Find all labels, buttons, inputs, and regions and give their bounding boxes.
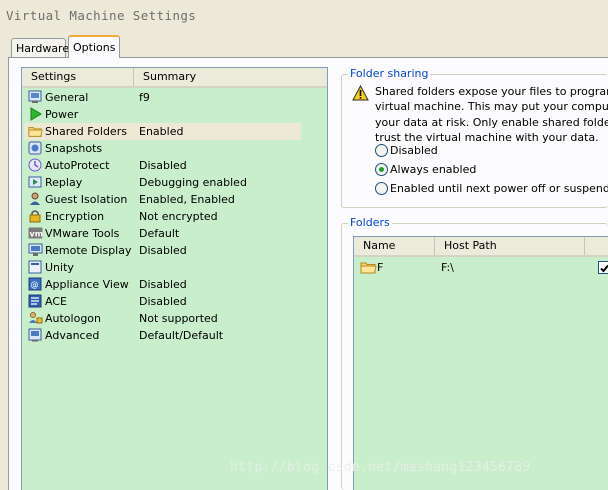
setting-summary: Disabled: [139, 278, 187, 291]
setting-name: Remote Display: [45, 244, 132, 257]
settings-row-autoprotect[interactable]: AutoProtect Disabled: [24, 157, 301, 174]
setting-name: General: [45, 91, 89, 104]
settings-row-shared-folders[interactable]: Shared Folders Enabled: [24, 123, 301, 140]
sharing-warning-text: Shared folders expose your files to prog…: [375, 84, 608, 146]
setting-name: AutoProtect: [45, 159, 110, 172]
snapshot-icon: [28, 141, 43, 155]
tab-options[interactable]: Options: [68, 35, 120, 58]
folder-icon: [360, 262, 377, 274]
setting-name: Advanced: [45, 329, 100, 342]
settings-row-power[interactable]: Power: [24, 106, 301, 123]
setting-summary: Enabled, Enabled: [139, 193, 235, 206]
settings-row-guest-isolation[interactable]: Guest Isolation Enabled, Enabled: [24, 191, 301, 208]
watermark: http://blog.csdn.net/mashang123456789: [230, 460, 531, 475]
svg-text:@: @: [31, 280, 39, 289]
appliance-view-icon: @: [28, 277, 43, 291]
setting-name: VMware Tools: [45, 227, 120, 240]
column-header-enabled[interactable]: [584, 237, 608, 255]
setting-summary: Debugging enabled: [139, 176, 247, 189]
folder-row[interactable]: F F:\: [358, 259, 608, 276]
setting-summary: Not encrypted: [139, 210, 218, 223]
window-title: Virtual Machine Settings: [6, 8, 197, 23]
setting-summary: Disabled: [139, 295, 187, 308]
guest-isolation-icon: [28, 192, 43, 206]
radio-label: Always enabled: [390, 163, 477, 176]
warning-line: your data at risk. Only enable shared fo…: [375, 115, 608, 129]
folder-sharing-label: Folder sharing: [348, 67, 431, 80]
warning-icon: [352, 85, 369, 101]
settings-list[interactable]: Settings Summary General f9 Power Shared Fo…: [21, 67, 328, 490]
remote-display-icon: [28, 243, 43, 257]
folder-host-path: F:\: [441, 261, 454, 274]
setting-name: Autologon: [45, 312, 102, 325]
column-header-settings[interactable]: Settings: [22, 68, 133, 86]
column-header-name[interactable]: Name: [354, 237, 434, 255]
folder-name: F: [377, 261, 384, 274]
setting-summary: Not supported: [139, 312, 218, 325]
setting-name: ACE: [45, 295, 67, 308]
power-icon: [28, 107, 43, 121]
unity-icon: [28, 260, 43, 274]
setting-name: Appliance View: [45, 278, 129, 291]
setting-name: Unity: [45, 261, 74, 274]
radio-label: Enabled until next power off or suspend: [390, 182, 608, 195]
ace-icon: [28, 294, 43, 308]
setting-name: Power: [45, 108, 79, 121]
settings-row-appliance-view[interactable]: @ Appliance View Disabled: [24, 276, 301, 293]
advanced-icon: [28, 328, 43, 342]
radio-button[interactable]: [375, 182, 388, 195]
settings-row-vmware-tools[interactable]: vm VMware Tools Default: [24, 225, 301, 242]
checkmark-icon: [600, 264, 608, 273]
folders-list[interactable]: Name Host Path F F:\: [353, 236, 608, 490]
title-bar: Virtual Machine Settings: [0, 0, 608, 32]
setting-name: Replay: [45, 176, 83, 189]
settings-row-replay[interactable]: Replay Debugging enabled: [24, 174, 301, 191]
setting-name: Guest Isolation: [45, 193, 128, 206]
column-header-host-path[interactable]: Host Path: [434, 237, 584, 255]
folder-icon: [28, 124, 43, 138]
warning-line: virtual machine. This may put your compu…: [375, 100, 608, 114]
setting-name: Shared Folders: [45, 125, 127, 138]
lock-icon: [28, 209, 43, 223]
tab-hardware[interactable]: Hardware: [11, 38, 69, 58]
radio-button[interactable]: [375, 144, 388, 157]
settings-row-advanced[interactable]: Advanced Default/Default: [24, 327, 301, 344]
svg-text:vm: vm: [30, 230, 44, 239]
folders-label: Folders: [348, 216, 392, 229]
settings-row-encryption[interactable]: Encryption Not encrypted: [24, 208, 301, 225]
settings-row-remote-display[interactable]: Remote Display Disabled: [24, 242, 301, 259]
settings-row-general[interactable]: General f9: [24, 89, 301, 106]
radio-button[interactable]: [375, 163, 388, 176]
setting-summary: Default/Default: [139, 329, 224, 342]
setting-summary: Disabled: [139, 244, 187, 257]
setting-summary: Disabled: [139, 159, 187, 172]
replay-icon: [28, 175, 43, 189]
folder-enabled-checkbox[interactable]: [598, 261, 608, 274]
autoprotect-icon: [28, 158, 43, 172]
vmware-tools-icon: vm: [28, 226, 43, 240]
setting-summary: Default: [139, 227, 180, 240]
settings-row-autologon[interactable]: Autologon Not supported: [24, 310, 301, 327]
setting-summary: f9: [139, 91, 150, 104]
settings-row-unity[interactable]: Unity: [24, 259, 301, 276]
folders-list-header: Name Host Path: [354, 237, 608, 257]
warning-line: Shared folders expose your files to prog…: [375, 85, 608, 98]
general-icon: [28, 90, 43, 104]
setting-name: Snapshots: [45, 142, 103, 155]
autologon-icon: [28, 311, 43, 325]
settings-row-snapshots[interactable]: Snapshots: [24, 140, 301, 157]
settings-row-ace[interactable]: ACE Disabled: [24, 293, 301, 310]
radio-label: Disabled: [390, 144, 438, 157]
column-header-summary[interactable]: Summary: [133, 68, 327, 86]
setting-summary: Enabled: [139, 125, 184, 138]
settings-list-header: Settings Summary: [22, 68, 327, 88]
setting-name: Encryption: [45, 210, 105, 223]
